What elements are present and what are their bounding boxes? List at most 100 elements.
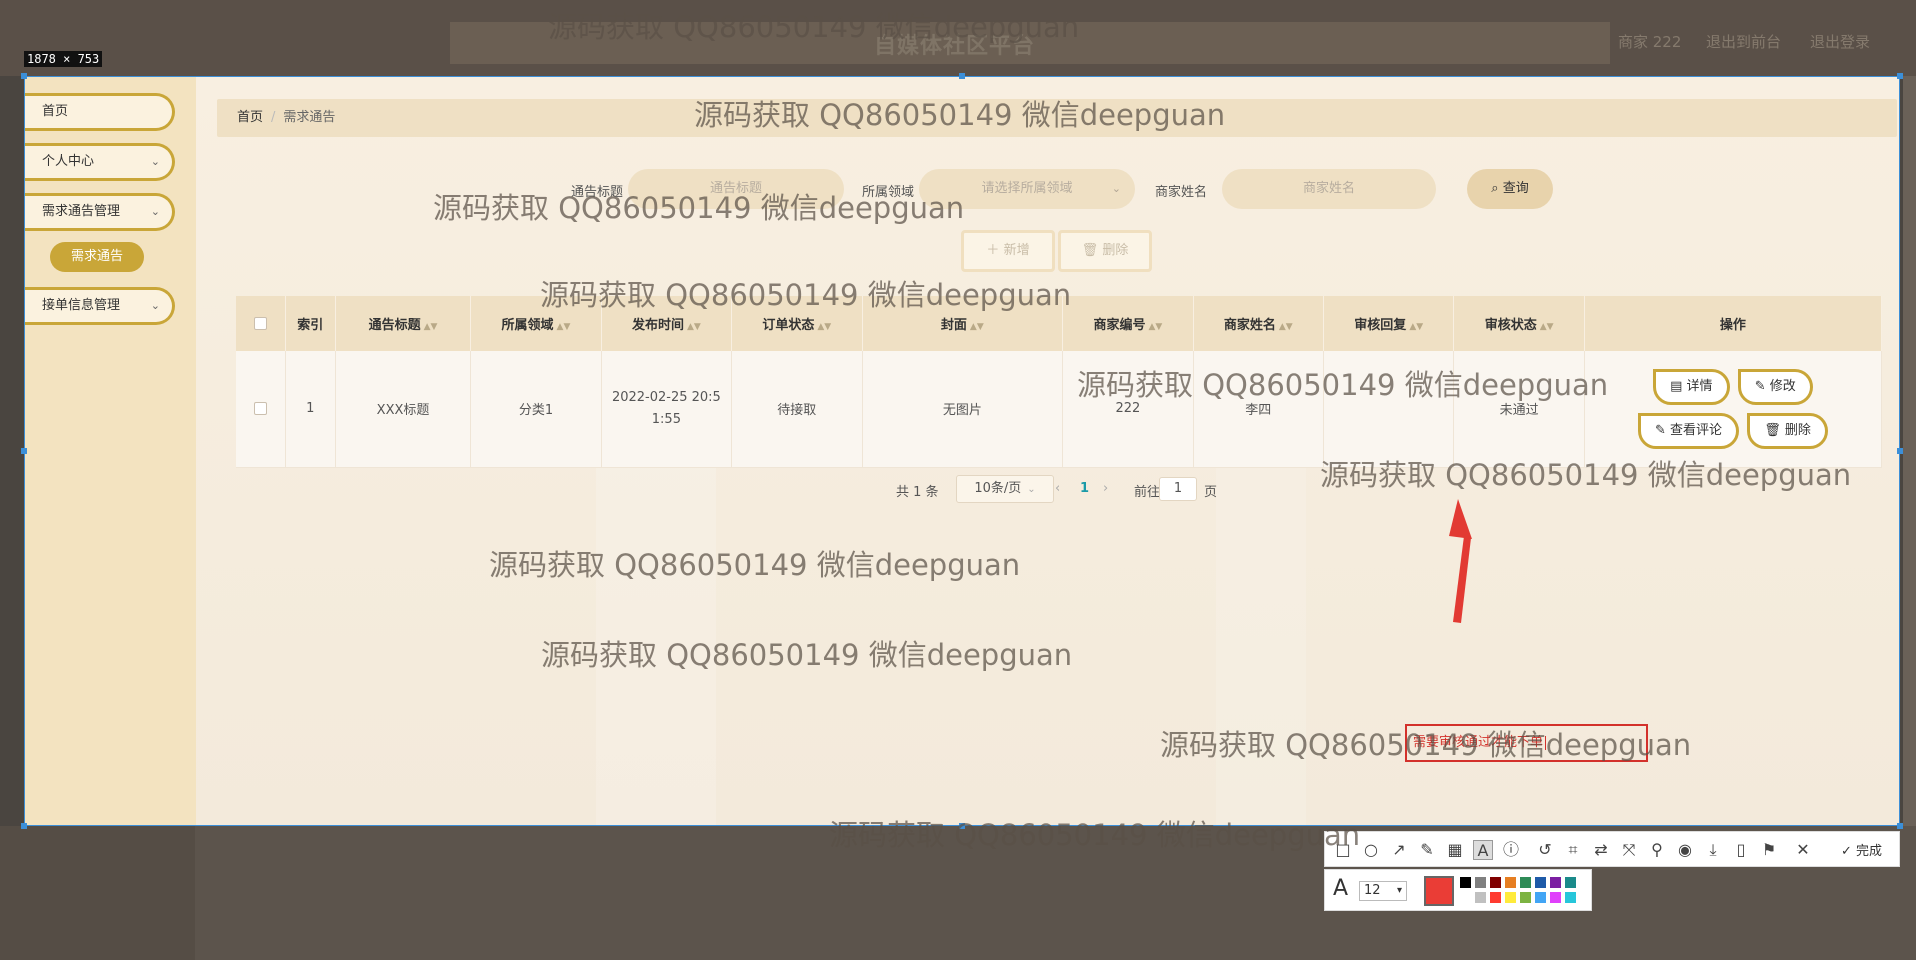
- color-swatch[interactable]: [1519, 876, 1532, 889]
- detail-button[interactable]: ▤ 详情: [1653, 368, 1730, 405]
- background-front-link[interactable]: 退出到前台: [1706, 31, 1781, 52]
- background-sidebar: [0, 826, 195, 960]
- arrow-icon[interactable]: ↗: [1389, 840, 1409, 860]
- color-swatch[interactable]: [1504, 891, 1517, 904]
- title-filter-input[interactable]: 通告标题: [628, 169, 844, 209]
- background-user-link[interactable]: 商家 222: [1618, 31, 1681, 52]
- pin-icon[interactable]: ⚲: [1647, 840, 1667, 860]
- col-merchant-no[interactable]: 商家编号 ▲▼: [1062, 296, 1194, 351]
- annotation-text-box[interactable]: 需要审核通过才能下单: [1405, 724, 1648, 762]
- query-button[interactable]: ⌕ 查询: [1467, 169, 1553, 209]
- chevron-down-icon: ▾: [1396, 885, 1402, 896]
- pen-icon[interactable]: ✎: [1417, 840, 1437, 860]
- prev-page-button[interactable]: ‹: [1055, 481, 1060, 496]
- scroll-capture-icon[interactable]: ⤧: [1619, 840, 1639, 860]
- domain-filter-select[interactable]: 请选择所属领域 ⌄: [919, 169, 1135, 209]
- select-all-checkbox[interactable]: [253, 317, 267, 330]
- translate-icon[interactable]: ⇄: [1591, 840, 1611, 860]
- color-swatch[interactable]: [1489, 891, 1502, 904]
- resize-handle[interactable]: [21, 823, 27, 829]
- sidebar-item-personal[interactable]: 个人中心 ⌄: [25, 143, 175, 181]
- color-swatch[interactable]: [1564, 876, 1577, 889]
- sort-icon[interactable]: ▲▼: [1540, 322, 1554, 332]
- col-time[interactable]: 发布时间 ▲▼: [601, 296, 733, 351]
- row-select-cell[interactable]: [236, 351, 286, 468]
- font-size-select[interactable]: 12 ▾: [1359, 881, 1407, 901]
- sort-icon[interactable]: ▲▼: [557, 322, 571, 332]
- capture-region[interactable]: 首页 个人中心 ⌄ 需求通告管理 ⌄ 需求通告 接单信息管理 ⌄ 首页 / 需求通告 通告…: [24, 76, 1900, 826]
- goto-suffix: 页: [1204, 485, 1218, 500]
- color-swatch[interactable]: [1459, 891, 1472, 904]
- number-icon[interactable]: ⓘ: [1501, 840, 1521, 860]
- sidebar-subitem-notice[interactable]: 需求通告: [50, 242, 144, 272]
- download-icon[interactable]: ⤓: [1703, 840, 1723, 860]
- sort-icon[interactable]: ▲▼: [424, 322, 438, 332]
- resize-handle[interactable]: [959, 823, 965, 829]
- bookmark-icon[interactable]: ⚑: [1759, 840, 1779, 860]
- color-swatch[interactable]: [1519, 891, 1532, 904]
- next-page-button[interactable]: ›: [1103, 481, 1108, 496]
- rect-icon[interactable]: □: [1333, 840, 1353, 860]
- color-swatch[interactable]: [1474, 876, 1487, 889]
- sidebar-item-home[interactable]: 首页: [25, 93, 175, 131]
- col-review-reply[interactable]: 审核回复 ▲▼: [1323, 296, 1455, 351]
- ocr-icon[interactable]: ⌗: [1563, 840, 1583, 860]
- color-swatch[interactable]: [1549, 891, 1562, 904]
- sidebar-item-orders[interactable]: 接单信息管理 ⌄: [25, 287, 175, 325]
- goto-prefix: 前往: [1134, 485, 1161, 500]
- color-swatch[interactable]: [1534, 876, 1547, 889]
- resize-handle[interactable]: [1897, 823, 1903, 829]
- add-button[interactable]: ＋ 新增: [961, 230, 1055, 272]
- row-checkbox[interactable]: [253, 402, 267, 416]
- goto-page-input[interactable]: 1: [1159, 477, 1197, 501]
- color-swatch[interactable]: [1564, 891, 1577, 904]
- color-swatch[interactable]: [1549, 876, 1562, 889]
- done-button[interactable]: ✓ 完成: [1841, 840, 1882, 859]
- col-title[interactable]: 通告标题 ▲▼: [335, 296, 472, 351]
- row-delete-button[interactable]: 🗑 删除: [1747, 412, 1828, 449]
- breadcrumb-home[interactable]: 首页: [237, 110, 263, 125]
- batch-delete-button[interactable]: 🗑 删除: [1058, 230, 1152, 272]
- cell-time-line: 2022-02-25 20:5: [611, 389, 721, 405]
- resize-handle[interactable]: [21, 73, 27, 79]
- color-swatch[interactable]: [1459, 876, 1472, 889]
- record-icon[interactable]: ◉: [1675, 840, 1695, 860]
- color-swatch[interactable]: [1474, 891, 1487, 904]
- col-review-status[interactable]: 审核状态 ▲▼: [1453, 296, 1585, 351]
- current-color-swatch[interactable]: [1424, 876, 1454, 906]
- page-number-1[interactable]: 1: [1080, 481, 1089, 496]
- background-logout-link[interactable]: 退出登录: [1810, 31, 1870, 52]
- sort-icon[interactable]: ▲▼: [970, 322, 984, 332]
- sort-icon[interactable]: ▲▼: [1279, 322, 1293, 332]
- capture-size-label: 1878 × 753: [24, 51, 103, 67]
- undo-icon[interactable]: ↺: [1535, 840, 1555, 860]
- resize-handle[interactable]: [21, 448, 27, 454]
- col-merchant-name[interactable]: 商家姓名 ▲▼: [1193, 296, 1325, 351]
- save-phone-icon[interactable]: ▯: [1731, 840, 1751, 860]
- ellipse-icon[interactable]: ○: [1361, 840, 1381, 860]
- color-swatch[interactable]: [1489, 876, 1502, 889]
- sort-icon[interactable]: ▲▼: [1409, 322, 1423, 332]
- page-size-select[interactable]: 10条/页 ⌄: [956, 475, 1054, 503]
- view-comments-button[interactable]: ✎ 查看评论: [1637, 412, 1740, 449]
- close-icon[interactable]: ✕: [1793, 840, 1813, 860]
- sort-icon[interactable]: ▲▼: [1148, 322, 1162, 332]
- col-cover[interactable]: 封面 ▲▼: [862, 296, 1064, 351]
- sidebar-item-demand[interactable]: 需求通告管理 ⌄: [25, 193, 175, 231]
- sort-icon[interactable]: ▲▼: [817, 322, 831, 332]
- text-icon[interactable]: A: [1473, 840, 1493, 860]
- sort-icon[interactable]: ▲▼: [687, 322, 701, 332]
- chevron-down-icon: ⌄: [1027, 484, 1036, 495]
- col-domain[interactable]: 所属领域 ▲▼: [470, 296, 602, 351]
- color-swatch[interactable]: [1534, 891, 1547, 904]
- select-all-cell[interactable]: [236, 296, 286, 351]
- col-order-status[interactable]: 订单状态 ▲▼: [731, 296, 863, 351]
- resize-handle[interactable]: [959, 73, 965, 79]
- merchant-filter-input[interactable]: 商家姓名: [1222, 169, 1436, 209]
- edit-button[interactable]: ✎ 修改: [1737, 368, 1813, 405]
- mosaic-icon[interactable]: ▦: [1445, 840, 1465, 860]
- cell-index: 1: [285, 351, 336, 468]
- resize-handle[interactable]: [1897, 73, 1903, 79]
- resize-handle[interactable]: [1897, 448, 1903, 454]
- color-swatch[interactable]: [1504, 876, 1517, 889]
